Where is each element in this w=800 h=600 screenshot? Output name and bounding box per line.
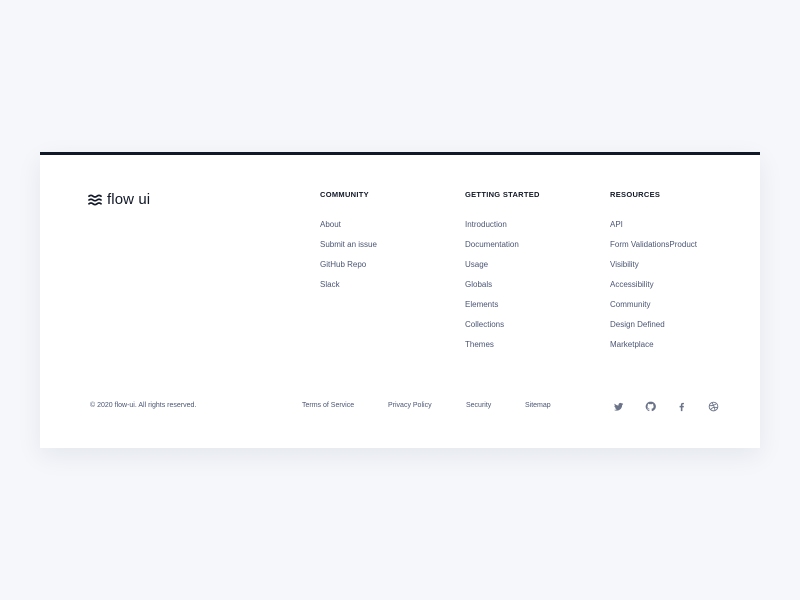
footer-link-slack[interactable]: Slack (320, 280, 340, 289)
footer-link-api[interactable]: API (610, 220, 623, 229)
footer-link-introduction[interactable]: Introduction (465, 220, 507, 229)
column-title: GETTING STARTED (465, 190, 540, 199)
site-footer: flow ui COMMUNITY About Submit an issue … (40, 152, 760, 448)
list-item: Submit an issue (320, 237, 377, 257)
list-item: Themes (465, 337, 540, 357)
footer-column-getting-started: GETTING STARTED Introduction Documentati… (465, 190, 540, 357)
footer-link-visibility[interactable]: Visibility (610, 260, 639, 269)
list-item: Design Defined (610, 317, 697, 337)
security-link[interactable]: Security (466, 402, 491, 409)
list-item: About (320, 217, 377, 237)
footer-column-community: COMMUNITY About Submit an issue GitHub R… (320, 190, 377, 297)
list-item: Visibility (610, 257, 697, 277)
facebook-link[interactable] (674, 399, 688, 413)
list-item: Elements (465, 297, 540, 317)
dribbble-link[interactable] (706, 399, 720, 413)
privacy-policy-link[interactable]: Privacy Policy (388, 402, 432, 409)
terms-of-service-link[interactable]: Terms of Service (302, 402, 354, 409)
column-title: RESOURCES (610, 190, 661, 199)
brand-logo[interactable]: flow ui (88, 191, 150, 208)
footer-column-resources: RESOURCES API Form ValidationsProduct Vi… (610, 190, 697, 357)
copyright-text: © 2020 flow-ui. All rights reserved. (90, 402, 197, 409)
list-item: Community (610, 297, 697, 317)
list-item: Form ValidationsProduct (610, 237, 697, 257)
twitter-link[interactable] (611, 399, 625, 413)
list-item: Globals (465, 277, 540, 297)
footer-link-submit-issue[interactable]: Submit an issue (320, 240, 377, 249)
footer-link-themes[interactable]: Themes (465, 340, 494, 349)
list-item: GitHub Repo (320, 257, 377, 277)
footer-link-community[interactable]: Community (610, 300, 650, 309)
list-item: Marketplace (610, 337, 697, 357)
link-list: Introduction Documentation Usage Globals… (465, 217, 540, 357)
waves-logo-icon (88, 194, 102, 205)
footer-link-globals[interactable]: Globals (465, 280, 492, 289)
list-item: Introduction (465, 217, 540, 237)
footer-link-elements[interactable]: Elements (465, 300, 498, 309)
footer-link-design-defined[interactable]: Design Defined (610, 320, 665, 329)
column-title: COMMUNITY (320, 190, 369, 199)
list-item: Usage (465, 257, 540, 277)
list-item: Accessibility (610, 277, 697, 297)
footer-link-documentation[interactable]: Documentation (465, 240, 519, 249)
sitemap-link[interactable]: Sitemap (525, 402, 551, 409)
footer-link-accessibility[interactable]: Accessibility (610, 280, 654, 289)
brand-name: flow ui (107, 191, 151, 208)
footer-link-github-repo[interactable]: GitHub Repo (320, 260, 366, 269)
twitter-icon (613, 402, 623, 411)
list-item: Documentation (465, 237, 540, 257)
facebook-icon (679, 402, 684, 411)
dribbble-icon (708, 401, 718, 411)
footer-link-form-validations[interactable]: Form ValidationsProduct (610, 240, 697, 249)
footer-link-marketplace[interactable]: Marketplace (610, 340, 654, 349)
github-link[interactable] (643, 399, 657, 413)
link-list: About Submit an issue GitHub Repo Slack (320, 217, 377, 297)
github-icon (645, 401, 656, 411)
link-list: API Form ValidationsProduct Visibility A… (610, 217, 697, 357)
footer-link-about[interactable]: About (320, 220, 341, 229)
list-item: Slack (320, 277, 377, 297)
list-item: Collections (465, 317, 540, 337)
list-item: API (610, 217, 697, 237)
footer-link-collections[interactable]: Collections (465, 320, 504, 329)
footer-link-usage[interactable]: Usage (465, 260, 488, 269)
